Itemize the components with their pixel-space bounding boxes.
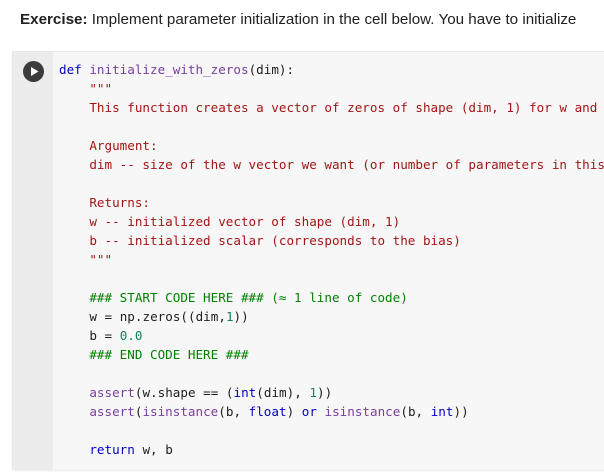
code-cell[interactable]: def initialize_with_zeros(dim): """ This… [12,51,604,470]
code-line: w = np.zeros((dim,1)) [89,309,249,324]
code-line: """ [59,81,113,96]
code-line: ### END CODE HERE ### [59,347,249,362]
code-line: """ [59,252,113,267]
exercise-label: Exercise: [20,11,88,28]
code-line: ### START CODE HERE ### (≈ 1 line of cod… [59,290,408,305]
code-line: Argument: [59,138,158,153]
code-line: dim -- size of the w vector we want (or … [59,157,604,172]
code-line: Returns: [59,195,150,210]
exercise-text: Implement parameter initialization in th… [87,11,577,28]
code-line: This function creates a vector of zeros … [59,100,604,115]
code-editor[interactable]: def initialize_with_zeros(dim): """ This… [59,60,604,468]
code-line: def initialize_with_zeros(dim): [59,62,295,77]
code-line: b -- initialized scalar (corresponds to … [59,233,461,248]
code-line: w -- initialized vector of shape (dim, 1… [59,214,401,229]
exercise-instruction: Exercise: Implement parameter initializa… [20,9,604,31]
code-line: return w, b [89,442,173,457]
play-icon [31,67,39,76]
code-line: b = 0.0 [89,328,143,343]
run-cell-button[interactable] [23,61,44,82]
code-line: assert(w.shape == (int(dim), 1)) [89,385,333,400]
cell-gutter [13,52,53,470]
code-line: assert(isinstance(b, float) or isinstanc… [89,404,469,419]
